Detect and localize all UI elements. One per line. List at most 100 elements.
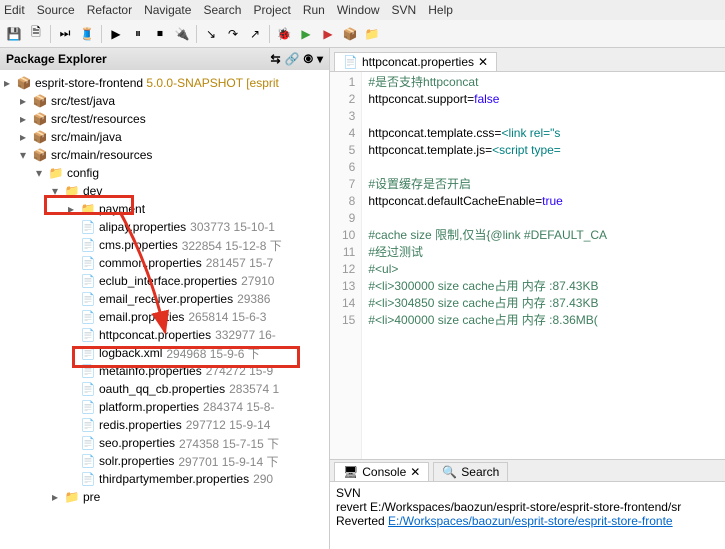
maven-icon[interactable]: 📦 bbox=[340, 24, 360, 44]
file-metainfo-properties[interactable]: 📄metainfo.properties274272 15-9 bbox=[0, 362, 329, 380]
file-email-properties[interactable]: 📄email.properties265814 15-6-3 bbox=[0, 308, 329, 326]
file-seo-properties[interactable]: 📄seo.properties274358 15-7-15 下 bbox=[0, 434, 329, 452]
menu-svn[interactable]: SVN bbox=[392, 3, 417, 17]
console-tabs: 🖥 Console ✕ 🔍 Search bbox=[330, 460, 725, 482]
file-platform-properties[interactable]: 📄platform.properties284374 15-8- bbox=[0, 398, 329, 416]
package-icon: 📦 bbox=[32, 93, 48, 109]
file-icon: 📄 bbox=[80, 381, 96, 397]
src-main-resources[interactable]: ▾📦 src/main/resources bbox=[0, 146, 329, 164]
file-httpconcat-properties[interactable]: 📄httpconcat.properties332977 16- bbox=[0, 326, 329, 344]
package-icon: 📦 bbox=[32, 129, 48, 145]
menu-navigate[interactable]: Navigate bbox=[144, 3, 191, 17]
run-ext-icon[interactable]: ▶ bbox=[318, 24, 338, 44]
editor[interactable]: 123456789101112131415 #是否支持httpconcathtt… bbox=[330, 72, 725, 459]
payment-folder[interactable]: ▸📁 payment bbox=[0, 200, 329, 218]
menu-help[interactable]: Help bbox=[428, 3, 453, 17]
file-icon: 📄 bbox=[80, 453, 96, 469]
save-icon[interactable]: 💾 bbox=[4, 24, 24, 44]
stop-icon[interactable]: ⏹ bbox=[150, 24, 170, 44]
menu-refactor[interactable]: Refactor bbox=[87, 3, 132, 17]
src-test-java[interactable]: ▸📦 src/test/java bbox=[0, 92, 329, 110]
config-folder[interactable]: ▾📁 config bbox=[0, 164, 329, 182]
folder-icon: 📁 bbox=[64, 489, 80, 505]
menu-search[interactable]: Search bbox=[203, 3, 241, 17]
file-email_receiver-properties[interactable]: 📄email_receiver.properties29386 bbox=[0, 290, 329, 308]
file-oauth_qq_cb-properties[interactable]: 📄oauth_qq_cb.properties283574 1 bbox=[0, 380, 329, 398]
src-test-resources[interactable]: ▸📦 src/test/resources bbox=[0, 110, 329, 128]
src-main-java[interactable]: ▸📦 src/main/java bbox=[0, 128, 329, 146]
editor-tab[interactable]: 📄 httpconcat.properties ✕ bbox=[334, 52, 497, 71]
step-icon[interactable]: ▶ bbox=[106, 24, 126, 44]
editor-tabs: 📄 httpconcat.properties ✕ bbox=[330, 48, 725, 72]
gutter: 123456789101112131415 bbox=[330, 72, 362, 459]
new-proj-icon[interactable]: 📁 bbox=[362, 24, 382, 44]
file-eclub_interface-properties[interactable]: 📄eclub_interface.properties27910 bbox=[0, 272, 329, 290]
view-title: Package Explorer bbox=[6, 52, 107, 66]
file-solr-properties[interactable]: 📄solr.properties297701 15-9-14 下 bbox=[0, 452, 329, 470]
step-over-icon[interactable]: ↷ bbox=[223, 24, 243, 44]
menu-edit[interactable]: Edit bbox=[4, 3, 25, 17]
project-node[interactable]: ▸📦 esprit-store-frontend 5.0.0-SNAPSHOT … bbox=[0, 74, 329, 92]
file-icon: 📄 bbox=[80, 471, 96, 487]
file-icon: 📄 bbox=[80, 435, 96, 451]
package-icon: 📦 bbox=[32, 147, 48, 163]
search-icon: 🔍 bbox=[442, 465, 457, 479]
file-icon: 📄 bbox=[80, 345, 96, 361]
file-icon: 📄 bbox=[80, 399, 96, 415]
run-icon[interactable]: ▶ bbox=[296, 24, 316, 44]
project-icon: 📦 bbox=[16, 75, 32, 91]
code-area[interactable]: #是否支持httpconcathttpconcat.support=falseh… bbox=[362, 72, 725, 459]
console-title: SVN bbox=[336, 486, 719, 500]
file-icon: 📄 bbox=[80, 255, 96, 271]
focus-icon[interactable]: 🞊 bbox=[303, 52, 313, 67]
menu-window[interactable]: Window bbox=[337, 3, 380, 17]
debug-icon[interactable]: 🐞 bbox=[274, 24, 294, 44]
package-explorer-header: Package Explorer ⇆ 🔗 🞊 ▾ bbox=[0, 48, 329, 70]
file-icon: 📄 bbox=[80, 273, 96, 289]
file-logback-xml[interactable]: 📄logback.xml294968 15-9-6 下 bbox=[0, 344, 329, 362]
menu-project[interactable]: Project bbox=[253, 3, 290, 17]
file-icon: 📄 bbox=[80, 417, 96, 433]
link-editor-icon[interactable]: 🔗 bbox=[285, 52, 300, 67]
dev-folder[interactable]: ▾📁 dev bbox=[0, 182, 329, 200]
separator bbox=[196, 25, 197, 43]
folder-icon: 📁 bbox=[48, 165, 64, 181]
console-line: Reverted E:/Workspaces/baozun/esprit-sto… bbox=[336, 514, 719, 528]
console-tab[interactable]: 🖥 Console ✕ bbox=[334, 462, 429, 481]
menu-run[interactable]: Run bbox=[303, 3, 325, 17]
file-redis-properties[interactable]: 📄redis.properties297712 15-9-14 bbox=[0, 416, 329, 434]
disconnect-icon[interactable]: 🔌 bbox=[172, 24, 192, 44]
search-tab[interactable]: 🔍 Search bbox=[433, 462, 508, 481]
skip-icon[interactable]: ⏭ bbox=[55, 24, 75, 44]
console-icon: 🖥 bbox=[343, 465, 358, 479]
menu-icon[interactable]: ▾ bbox=[317, 52, 323, 67]
threads-icon[interactable]: 🧵 bbox=[77, 24, 97, 44]
file-icon: 📄 bbox=[80, 309, 96, 325]
file-common-properties[interactable]: 📄common.properties281457 15-7 bbox=[0, 254, 329, 272]
toolbar: 💾 🗎 ⏭ 🧵 ▶ ⏸ ⏹ 🔌 ↘ ↷ ↗ 🐞 ▶ ▶ 📦 📁 bbox=[0, 20, 725, 48]
pause-icon[interactable]: ⏸ bbox=[128, 24, 148, 44]
folder-icon: 📁 bbox=[80, 201, 96, 217]
file-icon: 📄 bbox=[343, 55, 358, 69]
separator bbox=[101, 25, 102, 43]
file-icon: 📄 bbox=[80, 219, 96, 235]
package-explorer-tree[interactable]: ▸📦 esprit-store-frontend 5.0.0-SNAPSHOT … bbox=[0, 70, 329, 549]
step-into-icon[interactable]: ↘ bbox=[201, 24, 221, 44]
console-line: revert E:/Workspaces/baozun/esprit-store… bbox=[336, 500, 719, 514]
file-cms-properties[interactable]: 📄cms.properties322854 15-12-8 下 bbox=[0, 236, 329, 254]
save-all-icon[interactable]: 🗎 bbox=[26, 24, 46, 44]
step-return-icon[interactable]: ↗ bbox=[245, 24, 265, 44]
file-alipay-properties[interactable]: 📄alipay.properties303773 15-10-1 bbox=[0, 218, 329, 236]
file-thirdpartymember-properties[interactable]: 📄thirdpartymember.properties290 bbox=[0, 470, 329, 488]
console-link[interactable]: E:/Workspaces/baozun/esprit-store/esprit… bbox=[388, 514, 673, 528]
pre-folder[interactable]: ▸📁 pre bbox=[0, 488, 329, 506]
menu-bar: Edit Source Refactor Navigate Search Pro… bbox=[0, 0, 725, 20]
collapse-icon[interactable]: ⇆ bbox=[270, 52, 280, 67]
close-icon[interactable]: ✕ bbox=[410, 465, 420, 479]
console-body[interactable]: SVN revert E:/Workspaces/baozun/esprit-s… bbox=[330, 482, 725, 532]
menu-source[interactable]: Source bbox=[37, 3, 75, 17]
file-icon: 📄 bbox=[80, 363, 96, 379]
file-icon: 📄 bbox=[80, 237, 96, 253]
close-icon[interactable]: ✕ bbox=[478, 55, 488, 69]
file-icon: 📄 bbox=[80, 327, 96, 343]
